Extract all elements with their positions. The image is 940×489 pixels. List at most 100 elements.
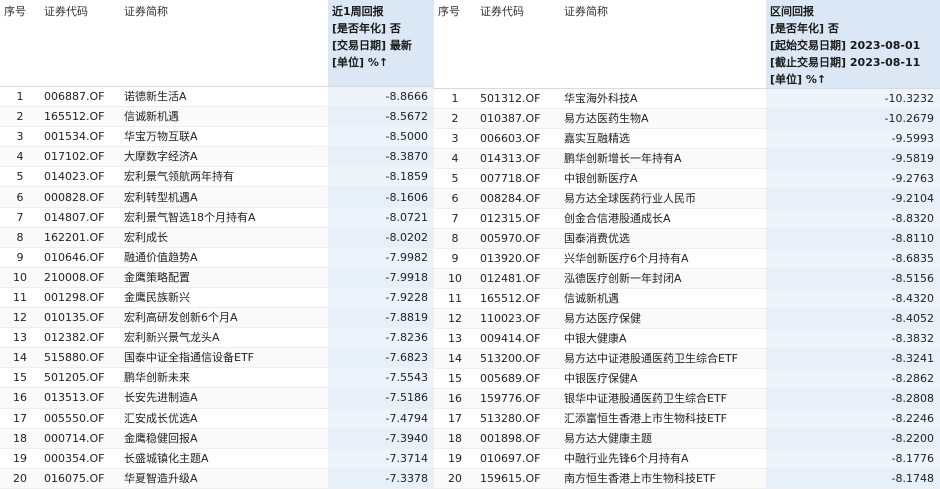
return-value: -7.8819	[328, 307, 434, 329]
security-name: 国泰消费优选	[560, 228, 766, 249]
right-header-idx[interactable]: 序号	[434, 0, 476, 89]
row-index: 16	[0, 387, 40, 409]
return-value: -8.1776	[766, 448, 940, 469]
right-header-return-line: 区间回报	[770, 5, 814, 18]
security-name: 创金合信港股通成长A	[560, 208, 766, 229]
table-row[interactable]: 11 001298.OF 金鹰民族新兴 -7.9228	[0, 287, 434, 309]
return-value: -8.5156	[766, 268, 940, 289]
return-value: -8.2200	[766, 428, 940, 449]
left-table: 序号 证券代码 证券简称 近1周回报 [是否年化] 否 [交易日期] 最新 [单…	[0, 0, 434, 489]
table-row[interactable]: 10 012481.OF 泓德医疗创新一年封闭A -8.5156	[434, 268, 940, 289]
table-row[interactable]: 2 010387.OF 易方达医药生物A -10.2679	[434, 108, 940, 129]
right-header-row: 序号 证券代码 证券简称 区间回报 [是否年化] 否 [起始交易日期] 2023…	[434, 0, 940, 89]
row-index: 6	[0, 186, 40, 208]
table-row[interactable]: 15 005689.OF 中银医疗保健A -8.2862	[434, 368, 940, 389]
row-index: 4	[0, 146, 40, 168]
security-code: 010135.OF	[40, 307, 120, 329]
table-row[interactable]: 20 159615.OF 南方恒生香港上市生物科技ETF -8.1748	[434, 468, 940, 489]
right-table-body: 1 501312.OF 华宝海外科技A -10.3232 2 010387.OF 易方达医药…	[434, 88, 940, 489]
table-row[interactable]: 10 210008.OF 金鹰策略配置 -7.9918	[0, 267, 434, 288]
left-header-idx[interactable]: 序号	[0, 0, 40, 87]
table-row[interactable]: 5 014023.OF 宏利景气领航两年持有 -8.1859	[0, 166, 434, 188]
return-value: -9.2104	[766, 188, 940, 209]
return-value: -8.6835	[766, 248, 940, 269]
row-index: 15	[0, 367, 40, 389]
row-index: 13	[434, 328, 476, 349]
table-row[interactable]: 14 513200.OF 易方达中证港股通医药卫生综合ETF -8.3241	[434, 348, 940, 369]
table-row[interactable]: 9 010646.OF 融通价值趋势A -7.9982	[0, 247, 434, 268]
right-header-name[interactable]: 证券简称	[560, 0, 766, 89]
return-value: -7.9918	[328, 267, 434, 288]
table-row[interactable]: 16 159776.OF 银华中证港股通医药卫生综合ETF -8.2808	[434, 388, 940, 409]
table-row[interactable]: 12 010135.OF 宏利高研发创新6个月A -7.8819	[0, 307, 434, 329]
row-index: 9	[0, 247, 40, 268]
table-row[interactable]: 7 012315.OF 创金合信港股通成长A -8.8320	[434, 208, 940, 229]
table-row[interactable]: 17 513280.OF 汇添富恒生香港上市生物科技ETF -8.2246	[434, 408, 940, 429]
security-name: 华夏智造升级A	[120, 468, 328, 489]
return-value: -7.8236	[328, 327, 434, 349]
return-value: -8.5672	[328, 106, 434, 128]
table-row[interactable]: 18 001898.OF 易方达大健康主题 -8.2200	[434, 428, 940, 449]
right-header-return[interactable]: 区间回报 [是否年化] 否 [起始交易日期] 2023-08-01 [截止交易日…	[766, 0, 940, 89]
left-header-code[interactable]: 证券代码	[40, 0, 120, 87]
row-index: 12	[0, 307, 40, 329]
security-code: 110023.OF	[476, 308, 560, 329]
table-row[interactable]: 3 001534.OF 华宝万物互联A -8.5000	[0, 126, 434, 148]
table-row[interactable]: 5 007718.OF 中银创新医疗A -9.2763	[434, 168, 940, 189]
table-row[interactable]: 4 017102.OF 大摩数字经济A -8.3870	[0, 146, 434, 168]
table-row[interactable]: 1 006887.OF 诺德新生活A -8.8666	[0, 86, 434, 108]
table-row[interactable]: 11 165512.OF 信诚新机遇 -8.4320	[434, 288, 940, 309]
return-value: -8.3870	[328, 146, 434, 168]
table-row[interactable]: 12 110023.OF 易方达医疗保健 -8.4052	[434, 308, 940, 329]
table-row[interactable]: 2 165512.OF 信诚新机遇 -8.5672	[0, 106, 434, 128]
table-row[interactable]: 16 013513.OF 长安先进制造A -7.5186	[0, 387, 434, 409]
security-code: 501205.OF	[40, 367, 120, 389]
security-code: 013513.OF	[40, 387, 120, 409]
table-row[interactable]: 3 006603.OF 嘉实互融精选 -9.5993	[434, 128, 940, 149]
table-row[interactable]: 8 005970.OF 国泰消费优选 -8.8110	[434, 228, 940, 249]
table-row[interactable]: 9 013920.OF 兴华创新医疗6个月持有A -8.6835	[434, 248, 940, 269]
return-value: -8.8320	[766, 208, 940, 229]
security-name: 金鹰稳健回报A	[120, 428, 328, 449]
security-name: 宏利新兴景气龙头A	[120, 327, 328, 349]
left-header-return-line: [交易日期] 最新	[332, 39, 412, 52]
table-row[interactable]: 13 009414.OF 中银大健康A -8.3832	[434, 328, 940, 349]
security-name: 易方达中证港股通医药卫生综合ETF	[560, 348, 766, 369]
security-name: 国泰中证全指通信设备ETF	[120, 347, 328, 369]
table-row[interactable]: 6 008284.OF 易方达全球医药行业人民币 -9.2104	[434, 188, 940, 209]
left-header-name[interactable]: 证券简称	[120, 0, 328, 87]
return-value: -8.2246	[766, 408, 940, 429]
return-value: -7.3378	[328, 468, 434, 489]
return-value: -8.1859	[328, 166, 434, 188]
security-name: 华宝海外科技A	[560, 88, 766, 109]
table-row[interactable]: 4 014313.OF 鹏华创新增长一年持有A -9.5819	[434, 148, 940, 169]
security-code: 010646.OF	[40, 247, 120, 268]
security-name: 华宝万物互联A	[120, 126, 328, 148]
table-row[interactable]: 15 501205.OF 鹏华创新未来 -7.5543	[0, 367, 434, 389]
security-code: 005970.OF	[476, 228, 560, 249]
security-name: 易方达医疗保健	[560, 308, 766, 329]
table-row[interactable]: 8 162201.OF 宏利成长 -8.0202	[0, 227, 434, 248]
table-row[interactable]: 1 501312.OF 华宝海外科技A -10.3232	[434, 88, 940, 109]
table-row[interactable]: 19 010697.OF 中融行业先锋6个月持有A -8.1776	[434, 448, 940, 469]
table-row[interactable]: 6 000828.OF 宏利转型机遇A -8.1606	[0, 186, 434, 208]
left-header-return[interactable]: 近1周回报 [是否年化] 否 [交易日期] 最新 [单位] %↑	[328, 0, 434, 87]
table-row[interactable]: 14 515880.OF 国泰中证全指通信设备ETF -7.6823	[0, 347, 434, 369]
return-value: -7.4794	[328, 408, 434, 429]
row-index: 12	[434, 308, 476, 329]
table-row[interactable]: 7 014807.OF 宏利景气智选18个月持有A -8.0721	[0, 207, 434, 228]
table-row[interactable]: 18 000714.OF 金鹰稳健回报A -7.3940	[0, 428, 434, 449]
return-value: -8.1606	[328, 186, 434, 208]
security-name: 兴华创新医疗6个月持有A	[560, 248, 766, 269]
row-index: 13	[0, 327, 40, 349]
return-value: -7.5543	[328, 367, 434, 389]
table-row[interactable]: 20 016075.OF 华夏智造升级A -7.3378	[0, 468, 434, 489]
table-row[interactable]: 19 000354.OF 长盛城镇化主题A -7.3714	[0, 448, 434, 469]
return-value: -8.1748	[766, 468, 940, 489]
table-row[interactable]: 13 012382.OF 宏利新兴景气龙头A -7.8236	[0, 327, 434, 349]
table-row[interactable]: 17 005550.OF 汇安成长优选A -7.4794	[0, 408, 434, 429]
security-code: 000828.OF	[40, 186, 120, 208]
right-header-code[interactable]: 证券代码	[476, 0, 560, 89]
security-name: 融通价值趋势A	[120, 247, 328, 268]
return-value: -8.3241	[766, 348, 940, 369]
